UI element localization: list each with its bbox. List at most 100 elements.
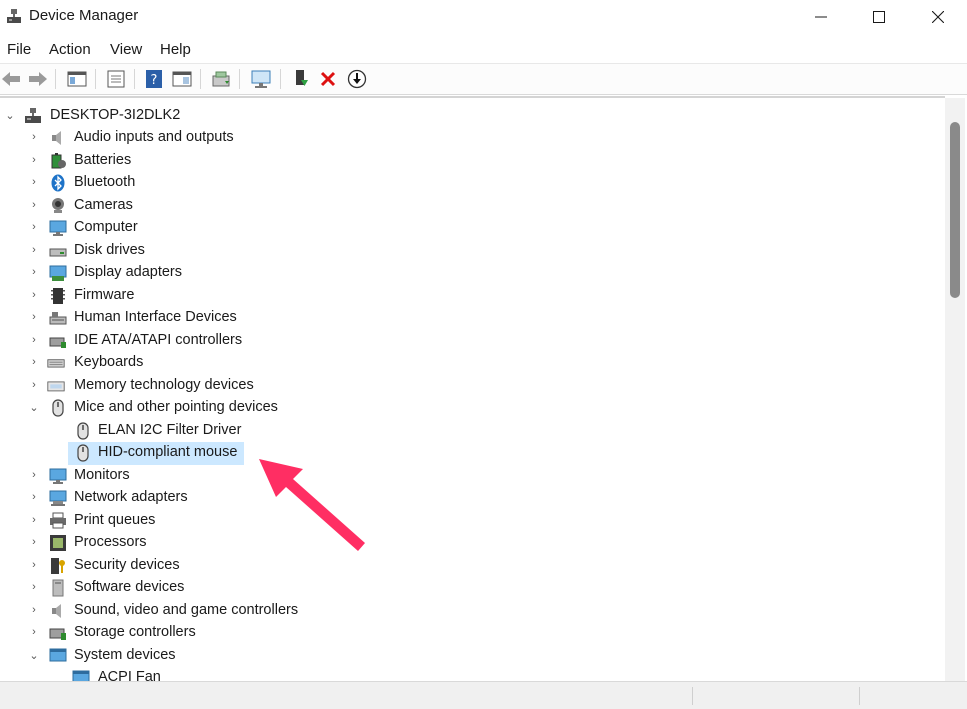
- action-pane-button[interactable]: [171, 68, 193, 90]
- tree-item-label: Software devices: [74, 579, 185, 595]
- scan-hardware-button[interactable]: [250, 68, 272, 90]
- tree-item-label: IDE ATA/ATAPI controllers: [74, 332, 243, 348]
- ide-controller-icon: [49, 337, 66, 348]
- tree-item-label: Security devices: [74, 557, 180, 573]
- properties-button[interactable]: [105, 68, 127, 90]
- tree-child-label: HID-compliant mouse: [98, 444, 238, 460]
- tree-item-bluetooth[interactable]: › Bluetooth: [0, 172, 600, 194]
- tree-item-disk-drives[interactable]: › Disk drives: [0, 240, 600, 262]
- printer-icon: [50, 512, 66, 529]
- close-button[interactable]: [909, 0, 967, 33]
- chevron-right-icon[interactable]: ›: [27, 468, 41, 482]
- tree-item-label: Disk drives: [74, 242, 145, 258]
- menu-file[interactable]: File: [7, 41, 31, 58]
- chevron-right-icon[interactable]: ›: [27, 378, 41, 392]
- software-device-icon: [52, 579, 64, 597]
- status-separator: [859, 687, 860, 705]
- chevron-right-icon[interactable]: ›: [27, 220, 41, 234]
- tree-child-elan-i2c-filter-driver[interactable]: ELAN I2C Filter Driver: [0, 420, 600, 442]
- show-hide-console-tree-button[interactable]: [66, 68, 88, 90]
- hid-icon: [49, 312, 67, 325]
- chevron-right-icon[interactable]: ›: [27, 153, 41, 167]
- device-tree[interactable]: ⌄ DESKTOP-3I2DLK2 › Audio inputs and out…: [0, 96, 945, 681]
- mouse-icon: [77, 444, 89, 462]
- chevron-right-icon[interactable]: ›: [27, 603, 41, 617]
- chevron-right-icon[interactable]: ›: [27, 490, 41, 504]
- forward-arrow-icon: [29, 72, 47, 86]
- tree-item-label: Monitors: [74, 467, 130, 483]
- download-driver-button[interactable]: [346, 68, 368, 90]
- chevron-right-icon[interactable]: ›: [27, 265, 41, 279]
- minimize-button[interactable]: [792, 0, 850, 33]
- tree-item-label: Storage controllers: [74, 624, 196, 640]
- menu-action[interactable]: Action: [49, 41, 91, 58]
- update-driver-icon: [212, 71, 230, 87]
- chevron-right-icon[interactable]: ›: [27, 243, 41, 257]
- help-icon: ?: [146, 70, 162, 88]
- tree-item-security-devices[interactable]: › Security devices: [0, 555, 600, 577]
- tree-root[interactable]: ⌄ DESKTOP-3I2DLK2: [0, 105, 600, 127]
- scrollbar-thumb[interactable]: [950, 122, 960, 298]
- chevron-down-icon[interactable]: ⌄: [3, 108, 17, 122]
- tree-item-keyboards[interactable]: › Keyboards: [0, 352, 600, 374]
- tree-child-acpi-fan[interactable]: ACPI Fan: [0, 667, 600, 681]
- tree-item-ide-ata-atapi-controllers[interactable]: › IDE ATA/ATAPI controllers: [0, 330, 600, 352]
- properties-icon: [107, 70, 125, 88]
- menu-view[interactable]: View: [110, 41, 142, 58]
- network-adapter-icon: [49, 490, 67, 506]
- tree-item-firmware[interactable]: › Firmware: [0, 285, 600, 307]
- menu-help[interactable]: Help: [160, 41, 191, 58]
- chevron-down-icon[interactable]: ⌄: [27, 400, 41, 414]
- uninstall-device-button[interactable]: [317, 68, 339, 90]
- toolbar: ?: [0, 63, 967, 95]
- tree-item-audio-inputs-and-outputs[interactable]: › Audio inputs and outputs: [0, 127, 600, 149]
- chevron-right-icon[interactable]: ›: [27, 558, 41, 572]
- tree-item-storage-controllers[interactable]: › Storage controllers: [0, 622, 600, 644]
- chevron-right-icon[interactable]: ›: [27, 513, 41, 527]
- chevron-down-icon[interactable]: ⌄: [27, 648, 41, 662]
- toolbar-separator: [239, 69, 240, 89]
- tree-item-cameras[interactable]: › Cameras: [0, 195, 600, 217]
- mouse-icon: [77, 422, 89, 440]
- chevron-right-icon[interactable]: ›: [27, 355, 41, 369]
- tree-item-display-adapters[interactable]: › Display adapters: [0, 262, 600, 284]
- chevron-right-icon[interactable]: ›: [27, 130, 41, 144]
- tree-item-memory-technology-devices[interactable]: › Memory technology devices: [0, 375, 600, 397]
- svg-text:?: ?: [151, 73, 158, 88]
- back-arrow-icon: [2, 72, 20, 86]
- computer-icon: [49, 220, 67, 236]
- tree-item-system-devices[interactable]: ⌄ System devices: [0, 645, 600, 667]
- chevron-right-icon[interactable]: ›: [27, 175, 41, 189]
- tree-item-batteries[interactable]: › Batteries: [0, 150, 600, 172]
- tree-child-label: ELAN I2C Filter Driver: [98, 422, 242, 438]
- toolbar-separator: [95, 69, 96, 89]
- chevron-right-icon[interactable]: ›: [27, 535, 41, 549]
- enable-device-icon: [296, 70, 308, 86]
- tree-item-label: Firmware: [74, 287, 135, 303]
- camera-icon: [52, 198, 64, 213]
- chevron-right-icon[interactable]: ›: [27, 625, 41, 639]
- tree-item-human-interface-devices[interactable]: › Human Interface Devices: [0, 307, 600, 329]
- processor-icon: [50, 535, 66, 551]
- tree-item-label: Print queues: [74, 512, 156, 528]
- chevron-right-icon[interactable]: ›: [27, 580, 41, 594]
- maximize-button[interactable]: [850, 0, 908, 33]
- update-driver-button[interactable]: [210, 68, 232, 90]
- tree-item-mice-and-other-pointing-devices[interactable]: ⌄ Mice and other pointing devices: [0, 397, 600, 419]
- status-separator: [692, 687, 693, 705]
- tree-item-sound-video-and-game-controllers[interactable]: › Sound, video and game controllers: [0, 600, 600, 622]
- chevron-right-icon[interactable]: ›: [27, 310, 41, 324]
- vertical-scrollbar[interactable]: [945, 98, 965, 681]
- tree-item-software-devices[interactable]: › Software devices: [0, 577, 600, 599]
- chevron-right-icon[interactable]: ›: [27, 288, 41, 302]
- chevron-right-icon[interactable]: ›: [27, 333, 41, 347]
- chevron-right-icon[interactable]: ›: [27, 198, 41, 212]
- enable-device-button[interactable]: [290, 68, 312, 90]
- forward-button[interactable]: [27, 68, 49, 90]
- tree-item-computer[interactable]: › Computer: [0, 217, 600, 239]
- help-button[interactable]: ?: [143, 68, 165, 90]
- speaker-icon: [52, 604, 61, 618]
- toolbar-separator: [200, 69, 201, 89]
- back-button[interactable]: [0, 68, 22, 90]
- desktop-computer-icon: [25, 108, 41, 123]
